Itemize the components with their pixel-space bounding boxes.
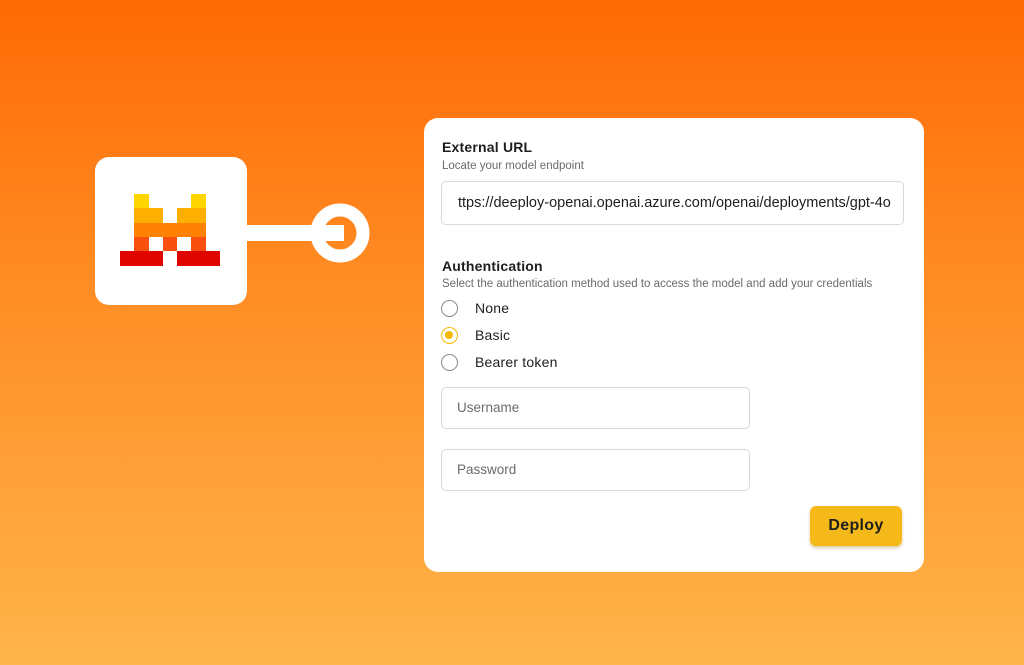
username-input[interactable]: Username [441, 387, 750, 429]
external-url-subtitle: Locate your model endpoint [442, 160, 584, 172]
radio-option-bearer-token[interactable]: Bearer token [441, 352, 558, 372]
radio-label: None [475, 300, 510, 316]
radio-label: Bearer token [475, 354, 558, 370]
radio-button[interactable] [441, 299, 458, 317]
authentication-subtitle: Select the authentication method used to… [442, 278, 873, 290]
external-url-title: External URL [442, 139, 533, 155]
mistral-logo-icon [120, 194, 220, 266]
radio-button-selected[interactable] [441, 326, 458, 344]
external-url-input[interactable]: ttps://deeploy-openai.openai.azure.com/o… [441, 181, 904, 225]
plug-connector-icon [246, 203, 370, 263]
radio-label: Basic [475, 327, 511, 343]
radio-button[interactable] [441, 353, 458, 371]
logo-tile [95, 157, 247, 305]
authentication-title: Authentication [442, 258, 543, 274]
deploy-button[interactable]: Deploy [810, 506, 902, 546]
deployment-card: External URL Locate your model endpoint … [424, 118, 924, 572]
password-input[interactable]: Password [441, 449, 750, 491]
radio-option-basic[interactable]: Basic [441, 325, 510, 345]
radio-option-none[interactable]: None [441, 298, 509, 318]
